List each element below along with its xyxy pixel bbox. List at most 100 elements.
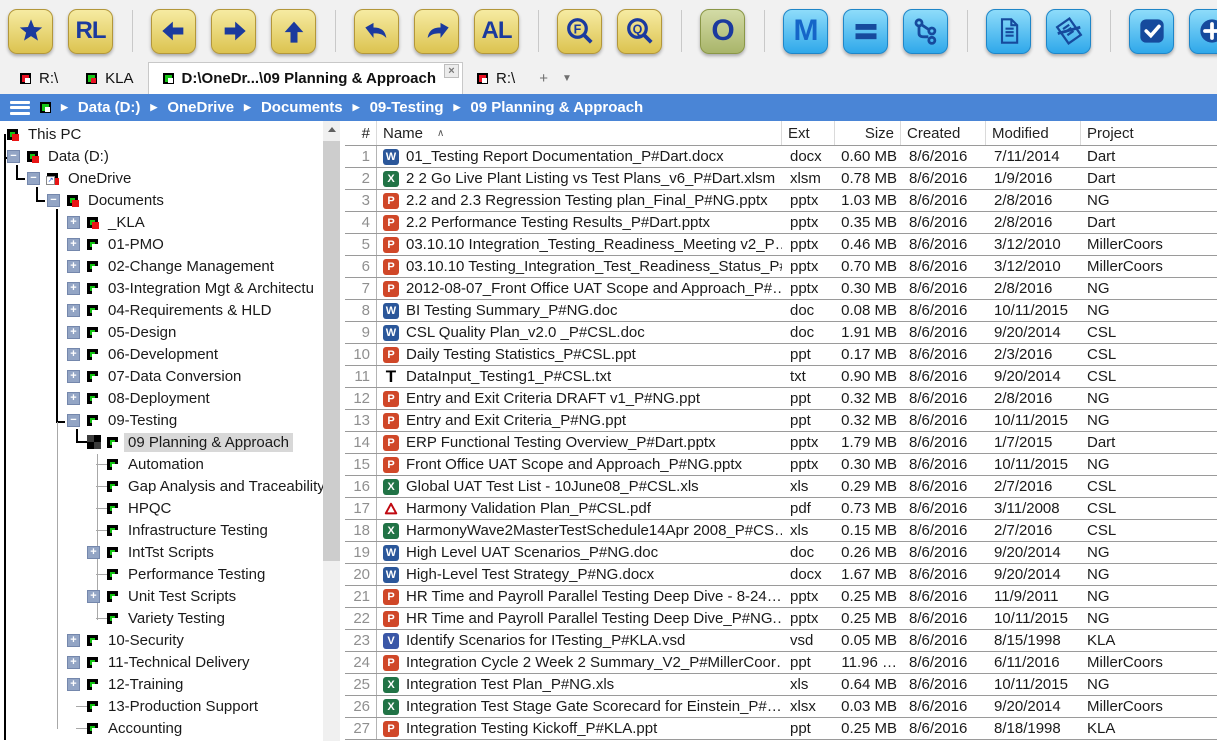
tree-item[interactable]: Infrastructure Testing	[0, 519, 323, 541]
file-row[interactable]: 11TDataInput_Testing1_P#CSL.txttxt0.90 M…	[345, 366, 1217, 388]
expand-plus-icon[interactable]: +	[67, 282, 80, 295]
file-row[interactable]: 27PIntegration Testing Kickoff_P#KLA.ppt…	[345, 718, 1217, 740]
collapse-minus-icon[interactable]: −	[7, 150, 20, 163]
expand-plus-icon[interactable]: +	[67, 392, 80, 405]
tree-item[interactable]: −Data (D:)	[0, 145, 323, 167]
up-button[interactable]	[271, 9, 316, 54]
collapse-minus-icon[interactable]: −	[47, 194, 60, 207]
file-row[interactable]: 19WHigh Level UAT Scenarios_P#NG.docdoc0…	[345, 542, 1217, 564]
file-name-cell[interactable]: XIntegration Test Stage Gate Scorecard f…	[377, 696, 782, 717]
collapse-minus-icon[interactable]: −	[67, 414, 80, 427]
column-header-created[interactable]: Created	[901, 121, 986, 145]
file-row[interactable]: 21PHR Time and Payroll Parallel Testing …	[345, 586, 1217, 608]
tree-item[interactable]: −↗OneDrive	[0, 167, 323, 189]
file-row[interactable]: 7P2012-08-07_Front Office UAT Scope and …	[345, 278, 1217, 300]
file-name-cell[interactable]: P2.2 and 2.3 Regression Testing plan_Fin…	[377, 190, 782, 211]
quick-search-button[interactable]: Q	[617, 9, 662, 54]
tree-item[interactable]: −09-Testing	[0, 409, 323, 431]
tree-item[interactable]: −Documents	[0, 189, 323, 211]
file-name-cell[interactable]: P2012-08-07_Front Office UAT Scope and A…	[377, 278, 782, 299]
tab-close-icon[interactable]: ×	[444, 64, 459, 78]
file-row[interactable]: 26XIntegration Test Stage Gate Scorecard…	[345, 696, 1217, 718]
file-row[interactable]: 4P2.2 Performance Testing Results_P#Dart…	[345, 212, 1217, 234]
file-row[interactable]: 14PERP Functional Testing Overview_P#Dar…	[345, 432, 1217, 454]
file-row[interactable]: 20WHigh-Level Test Strategy_P#NG.docxdoc…	[345, 564, 1217, 586]
file-name-cell[interactable]: VIdentify Scenarios for ITesting_P#KLA.v…	[377, 630, 782, 651]
file-name-cell[interactable]: TDataInput_Testing1_P#CSL.txt	[377, 366, 782, 387]
menu-hamburger-icon[interactable]	[10, 101, 30, 115]
new-tab-button[interactable]: +	[539, 70, 548, 87]
expand-plus-icon[interactable]: +	[67, 238, 80, 251]
tree-item[interactable]: +08-Deployment	[0, 387, 323, 409]
favorites-button[interactable]	[8, 9, 53, 54]
breadcrumb-item[interactable]: OneDrive	[167, 99, 234, 116]
expand-plus-icon[interactable]: +	[67, 260, 80, 273]
file-row[interactable]: 16XGlobal UAT Test List - 10June08_P#CSL…	[345, 476, 1217, 498]
expand-plus-icon[interactable]: +	[67, 216, 80, 229]
checkbox-select-button[interactable]	[1129, 9, 1174, 54]
breadcrumb-item[interactable]: Documents	[261, 99, 343, 116]
file-row[interactable]: 23VIdentify Scenarios for ITesting_P#KLA…	[345, 630, 1217, 652]
tree-item[interactable]: +IntTst Scripts	[0, 541, 323, 563]
file-name-cell[interactable]: WBI Testing Summary_P#NG.doc	[377, 300, 782, 321]
expand-plus-icon[interactable]: +	[67, 348, 80, 361]
tree-item[interactable]: 13-Production Support	[0, 695, 323, 717]
file-name-cell[interactable]: P2.2 Performance Testing Results_P#Dart.…	[377, 212, 782, 233]
m-button[interactable]: M	[783, 9, 828, 54]
file-name-cell[interactable]: PIntegration Cycle 2 Week 2 Summary_V2_P…	[377, 652, 782, 673]
tree-item[interactable]: Variety Testing	[0, 607, 323, 629]
expand-plus-icon[interactable]: +	[67, 304, 80, 317]
tree-item[interactable]: +06-Development	[0, 343, 323, 365]
file-row[interactable]: 24PIntegration Cycle 2 Week 2 Summary_V2…	[345, 652, 1217, 674]
file-name-cell[interactable]: XHarmonyWave2MasterTestSchedule14Apr 200…	[377, 520, 782, 541]
file-row[interactable]: 9WCSL Quality Plan_v2.0 _P#CSL.docdoc1.9…	[345, 322, 1217, 344]
file-row[interactable]: 3P2.2 and 2.3 Regression Testing plan_Fi…	[345, 190, 1217, 212]
file-name-cell[interactable]: PEntry and Exit Criteria DRAFT v1_P#NG.p…	[377, 388, 782, 409]
tags-button[interactable]	[1046, 9, 1091, 54]
tree-scrollbar[interactable]	[323, 121, 340, 741]
expand-plus-icon[interactable]: +	[87, 546, 100, 559]
scrollbar-thumb[interactable]	[323, 141, 340, 561]
tree-item[interactable]: +07-Data Conversion	[0, 365, 323, 387]
branch-view-button[interactable]	[903, 9, 948, 54]
file-row[interactable]: 18XHarmonyWave2MasterTestSchedule14Apr 2…	[345, 520, 1217, 542]
breadcrumb-item[interactable]: Data (D:)	[78, 99, 141, 116]
file-name-cell[interactable]: PEntry and Exit Criteria_P#NG.ppt	[377, 410, 782, 431]
expand-plus-icon[interactable]: +	[67, 326, 80, 339]
file-name-cell[interactable]: WCSL Quality Plan_v2.0 _P#CSL.doc	[377, 322, 782, 343]
file-row[interactable]: 22PHR Time and Payroll Parallel Testing …	[345, 608, 1217, 630]
find-files-button[interactable]: F	[557, 9, 602, 54]
file-name-cell[interactable]: XIntegration Test Plan_P#NG.xls	[377, 674, 782, 695]
tree-item[interactable]: Gap Analysis and Traceability	[0, 475, 323, 497]
current-folder-icon[interactable]	[40, 102, 51, 113]
expand-plus-icon[interactable]: +	[67, 656, 80, 669]
column-header-size[interactable]: Size	[835, 121, 901, 145]
file-row[interactable]: 1W01_Testing Report Documentation_P#Dart…	[345, 146, 1217, 168]
column-header-name[interactable]: Name∧	[377, 121, 782, 145]
scroll-up-icon[interactable]	[323, 121, 340, 138]
file-name-cell[interactable]: P03.10.10 Testing_Integration_Test_Readi…	[377, 256, 782, 277]
tree-item[interactable]: +Unit Test Scripts	[0, 585, 323, 607]
file-name-cell[interactable]: WHigh Level UAT Scenarios_P#NG.doc	[377, 542, 782, 563]
tree-item[interactable]: Performance Testing	[0, 563, 323, 585]
tree-item[interactable]: +12-Training	[0, 673, 323, 695]
file-name-cell[interactable]: PDaily Testing Statistics_P#CSL.ppt	[377, 344, 782, 365]
redo-button[interactable]	[414, 9, 459, 54]
file-row[interactable]: 10PDaily Testing Statistics_P#CSL.pptppt…	[345, 344, 1217, 366]
undo-button[interactable]	[354, 9, 399, 54]
tree-item[interactable]: +11-Technical Delivery	[0, 651, 323, 673]
column-header-modified[interactable]: Modified	[986, 121, 1081, 145]
tab[interactable]: R:\	[463, 62, 529, 94]
tree-item[interactable]: This PC	[0, 123, 323, 145]
file-row[interactable]: 5P03.10.10 Integration_Testing_Readiness…	[345, 234, 1217, 256]
tree-item[interactable]: +04-Requirements & HLD	[0, 299, 323, 321]
tree-item-selected[interactable]: 09 Planning & Approach	[0, 431, 323, 453]
al-button[interactable]: AL	[474, 9, 519, 54]
file-name-cell[interactable]: WHigh-Level Test Strategy_P#NG.docx	[377, 564, 782, 585]
tree-item[interactable]: +10-Security	[0, 629, 323, 651]
expand-plus-icon[interactable]: +	[67, 634, 80, 647]
tab-list-button[interactable]: ▼	[562, 73, 572, 84]
tree-item[interactable]: +01-PMO	[0, 233, 323, 255]
file-row[interactable]: 2X2 2 Go Live Plant Listing vs Test Plan…	[345, 168, 1217, 190]
tree-item[interactable]: +02-Change Management	[0, 255, 323, 277]
